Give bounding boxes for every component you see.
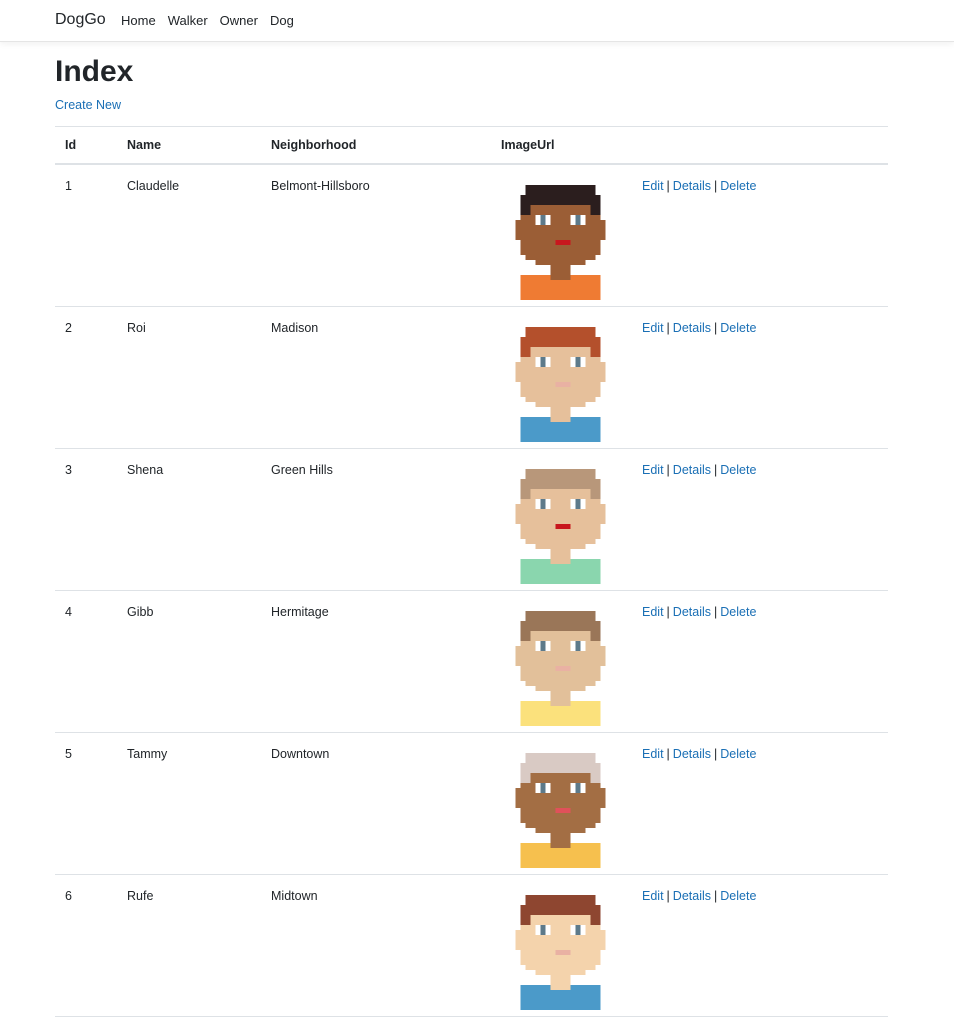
cell-actions: Edit | Details | Delete xyxy=(632,874,888,1017)
action-separator: | xyxy=(714,605,718,619)
edit-link[interactable]: Edit xyxy=(642,747,664,761)
header-imageurl: ImageUrl xyxy=(491,126,632,165)
details-link[interactable]: Details xyxy=(673,179,711,193)
brand-link[interactable]: DogGo xyxy=(55,11,106,29)
cell-image xyxy=(491,874,632,1017)
nav-home[interactable]: Home xyxy=(121,13,156,28)
cell-name: Claudelle xyxy=(117,164,261,307)
nav-links: Home Walker Owner Dog xyxy=(121,13,306,28)
cell-id: 3 xyxy=(55,448,117,591)
header-neighborhood: Neighborhood xyxy=(261,126,491,165)
details-link[interactable]: Details xyxy=(673,747,711,761)
nav-owner[interactable]: Owner xyxy=(220,13,258,28)
cell-image xyxy=(491,590,632,733)
cell-image xyxy=(491,306,632,449)
cell-actions: Edit | Details | Delete xyxy=(632,448,888,591)
avatar-image xyxy=(515,185,606,300)
cell-name: Rufe xyxy=(117,874,261,1017)
table-row: 4 Gibb Hermitage Edit | Details | Delete xyxy=(55,590,888,733)
avatar-6-icon xyxy=(508,885,632,1013)
cell-id: 1 xyxy=(55,164,117,307)
cell-id: 5 xyxy=(55,732,117,875)
delete-link[interactable]: Delete xyxy=(720,889,756,903)
details-link[interactable]: Details xyxy=(673,605,711,619)
cell-actions: Edit | Details | Delete xyxy=(632,306,888,449)
action-separator: | xyxy=(714,463,718,477)
action-separator: | xyxy=(666,747,670,761)
details-link[interactable]: Details xyxy=(673,321,711,335)
avatar-image xyxy=(515,327,606,442)
delete-link[interactable]: Delete xyxy=(720,605,756,619)
edit-link[interactable]: Edit xyxy=(642,605,664,619)
avatar-1-icon xyxy=(508,175,632,303)
cell-actions: Edit | Details | Delete xyxy=(632,164,888,307)
edit-link[interactable]: Edit xyxy=(642,179,664,193)
cell-id: 6 xyxy=(55,874,117,1017)
cell-neighborhood: Midtown xyxy=(261,874,491,1017)
avatar-image xyxy=(515,753,606,868)
nav-dog[interactable]: Dog xyxy=(270,13,294,28)
cell-actions: Edit | Details | Delete xyxy=(632,590,888,733)
details-link[interactable]: Details xyxy=(673,463,711,477)
avatar-4-icon xyxy=(508,601,632,729)
avatar-3-icon xyxy=(508,459,632,587)
action-separator: | xyxy=(714,747,718,761)
action-separator: | xyxy=(666,179,670,193)
cell-name: Gibb xyxy=(117,590,261,733)
action-separator: | xyxy=(666,463,670,477)
delete-link[interactable]: Delete xyxy=(720,463,756,477)
delete-link[interactable]: Delete xyxy=(720,179,756,193)
cell-neighborhood: Green Hills xyxy=(261,448,491,591)
table-row: 3 Shena Green Hills Edit | Details | Delete xyxy=(55,448,888,591)
delete-link[interactable]: Delete xyxy=(720,321,756,335)
nav-walker[interactable]: Walker xyxy=(168,13,208,28)
avatar-2-icon xyxy=(508,317,632,445)
create-new-link[interactable]: Create New xyxy=(55,98,121,112)
action-separator: | xyxy=(714,179,718,193)
table-row: 2 Roi Madison Edit | Details | Delete xyxy=(55,306,888,449)
avatar-5-icon xyxy=(508,743,632,871)
walkers-table: Id Name Neighborhood ImageUrl 1 Claudell… xyxy=(55,126,888,1017)
cell-name: Tammy xyxy=(117,732,261,875)
action-separator: | xyxy=(714,321,718,335)
cell-actions: Edit | Details | Delete xyxy=(632,732,888,875)
table-row: 5 Tammy Downtown Edit | Details | Delete xyxy=(55,732,888,875)
header-actions xyxy=(632,126,888,165)
cell-image xyxy=(491,448,632,591)
details-link[interactable]: Details xyxy=(673,889,711,903)
cell-id: 2 xyxy=(55,306,117,449)
avatar-image xyxy=(515,469,606,584)
edit-link[interactable]: Edit xyxy=(642,463,664,477)
cell-neighborhood: Hermitage xyxy=(261,590,491,733)
page-title: Index xyxy=(55,55,134,88)
avatar-image xyxy=(515,895,606,1010)
action-separator: | xyxy=(714,889,718,903)
cell-image xyxy=(491,732,632,875)
edit-link[interactable]: Edit xyxy=(642,321,664,335)
cell-neighborhood: Downtown xyxy=(261,732,491,875)
action-separator: | xyxy=(666,321,670,335)
cell-id: 4 xyxy=(55,590,117,733)
table-row: 6 Rufe Midtown Edit | Details | Delete xyxy=(55,874,888,1017)
cell-neighborhood: Belmont-Hillsboro xyxy=(261,164,491,307)
header-id: Id xyxy=(55,126,117,165)
cell-neighborhood: Madison xyxy=(261,306,491,449)
table-row: 1 Claudelle Belmont-Hillsboro Edit | Detai… xyxy=(55,164,888,307)
table-header-row: Id Name Neighborhood ImageUrl xyxy=(55,126,888,165)
delete-link[interactable]: Delete xyxy=(720,747,756,761)
action-separator: | xyxy=(666,889,670,903)
edit-link[interactable]: Edit xyxy=(642,889,664,903)
avatar-image xyxy=(515,611,606,726)
header-name: Name xyxy=(117,126,261,165)
navbar: DogGo Home Walker Owner Dog xyxy=(0,0,954,42)
cell-image xyxy=(491,164,632,307)
action-separator: | xyxy=(666,605,670,619)
cell-name: Roi xyxy=(117,306,261,449)
cell-name: Shena xyxy=(117,448,261,591)
